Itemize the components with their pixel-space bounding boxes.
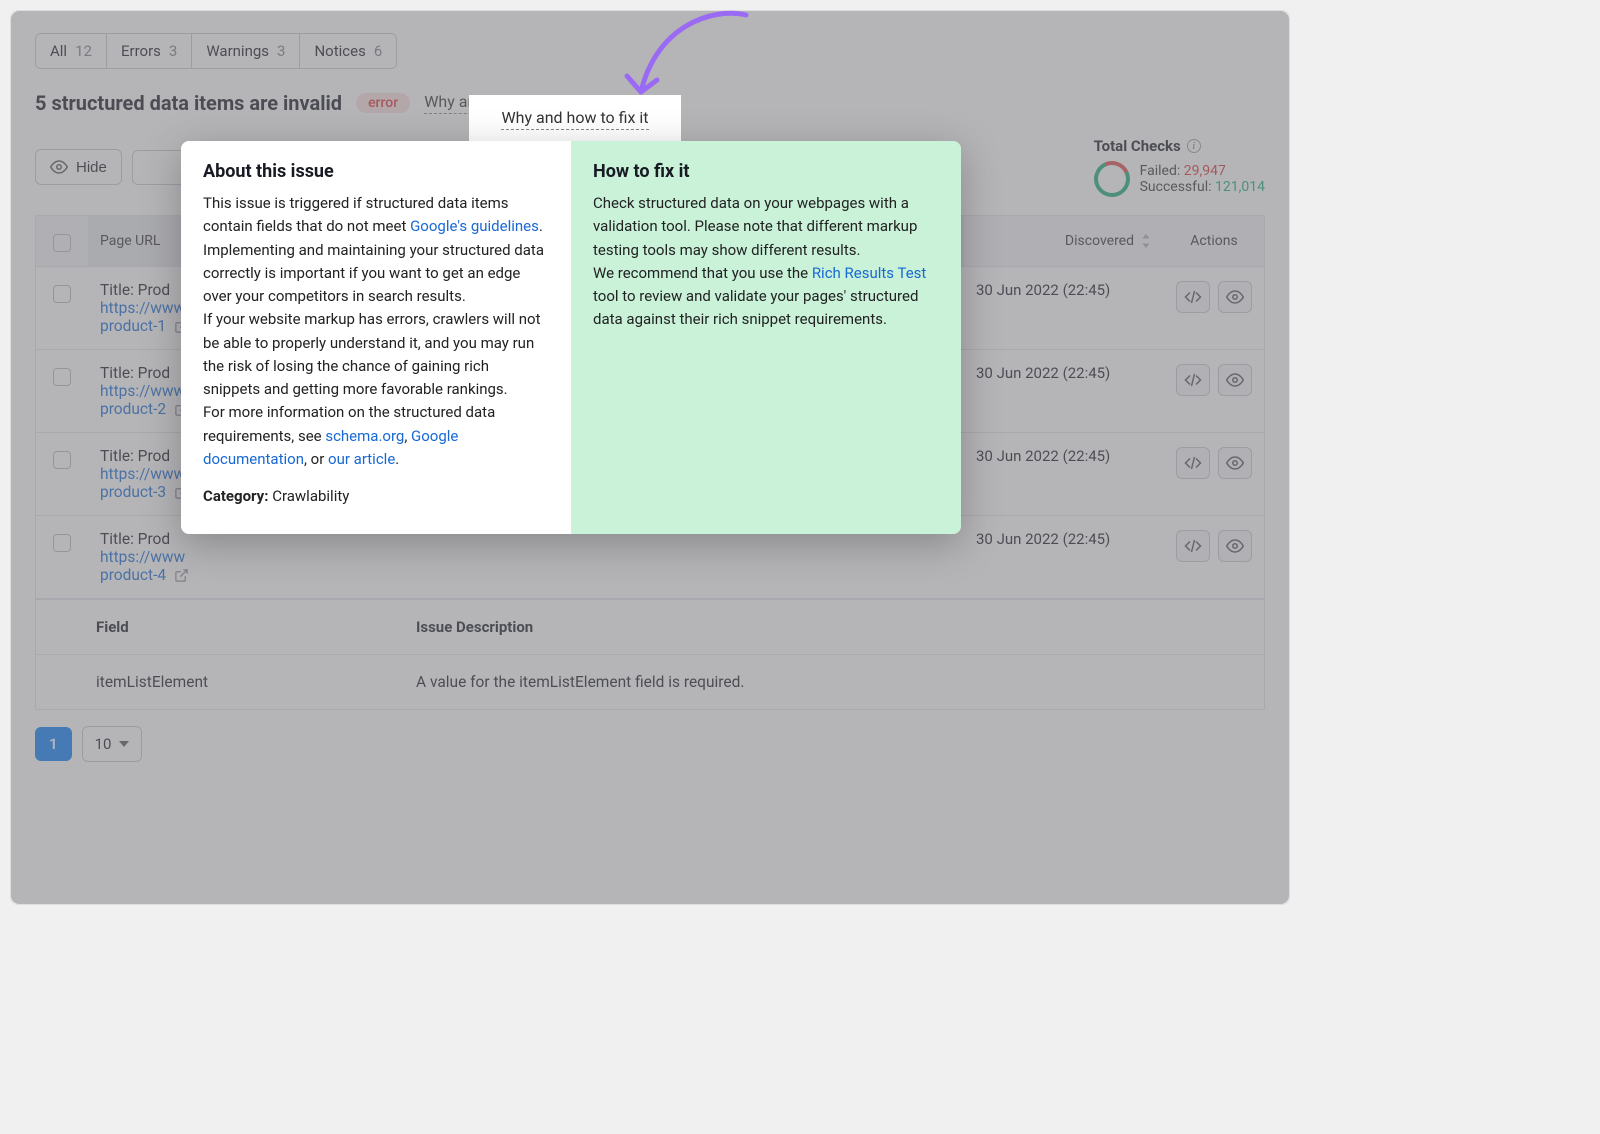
- failed-count: 29,947: [1184, 163, 1226, 179]
- row-date: 30 Jun 2022 (22:45): [964, 528, 1164, 550]
- row-url-link[interactable]: https://www: [100, 548, 952, 566]
- chevron-down-icon: [119, 741, 129, 747]
- view-source-button[interactable]: [1176, 281, 1210, 313]
- app-container: All 12 Errors 3 Warnings 3 Notices 6 5 s…: [10, 10, 1290, 905]
- select-all-checkbox[interactable]: [53, 234, 71, 252]
- page-title: 5 structured data items are invalid: [35, 91, 342, 115]
- view-source-button[interactable]: [1176, 447, 1210, 479]
- col-actions: Actions: [1190, 233, 1237, 249]
- filter-tabs: All 12 Errors 3 Warnings 3 Notices 6: [35, 33, 397, 69]
- our-article-link[interactable]: our article: [328, 450, 395, 468]
- eye-icon: [1226, 371, 1244, 389]
- preview-button[interactable]: [1218, 364, 1252, 396]
- row-checkbox[interactable]: [53, 534, 71, 552]
- row-checkbox[interactable]: [53, 285, 71, 303]
- tab-errors[interactable]: Errors 3: [107, 34, 192, 68]
- tab-count: 12: [75, 42, 92, 60]
- tab-count: 3: [277, 42, 285, 60]
- eye-icon: [1226, 288, 1244, 306]
- view-source-button[interactable]: [1176, 530, 1210, 562]
- total-checks-widget: Total Checks i Failed: 29,947 Successful…: [1094, 137, 1265, 197]
- tab-label: Errors: [121, 42, 161, 60]
- per-page-value: 10: [95, 735, 112, 753]
- code-icon: [1184, 371, 1202, 389]
- hide-button[interactable]: Hide: [35, 149, 122, 185]
- about-text: Implementing and maintaining your struct…: [203, 241, 544, 306]
- code-icon: [1184, 454, 1202, 472]
- info-icon[interactable]: i: [1187, 139, 1201, 153]
- success-count: 121,014: [1215, 179, 1265, 195]
- row-checkbox[interactable]: [53, 368, 71, 386]
- about-column: About this issue This issue is triggered…: [181, 141, 571, 534]
- about-text: If your website markup has errors, crawl…: [203, 310, 540, 398]
- success-label: Successful:: [1140, 179, 1212, 195]
- eye-icon: [1226, 454, 1244, 472]
- failed-label: Failed:: [1140, 163, 1181, 179]
- code-icon: [1184, 288, 1202, 306]
- row-checkbox[interactable]: [53, 451, 71, 469]
- hide-label: Hide: [76, 159, 107, 176]
- sub-col-desc: Issue Description: [416, 618, 1204, 636]
- total-checks-label: Total Checks: [1094, 137, 1181, 155]
- rich-results-test-link[interactable]: Rich Results Test: [812, 264, 927, 282]
- row-date: 30 Jun 2022 (22:45): [964, 362, 1164, 384]
- page-1-button[interactable]: 1: [35, 727, 72, 761]
- fix-text: We recommend that you use the: [593, 264, 812, 282]
- col-url[interactable]: Page URL: [100, 233, 160, 249]
- row-date: 30 Jun 2022 (22:45): [964, 279, 1164, 301]
- eye-icon: [1226, 537, 1244, 555]
- col-discovered[interactable]: Discovered: [1065, 233, 1134, 249]
- external-link-icon: [174, 568, 189, 583]
- sort-icon[interactable]: [1140, 234, 1152, 248]
- donut-chart-icon: [1089, 156, 1135, 202]
- schema-org-link[interactable]: schema.org: [325, 427, 404, 445]
- about-heading: About this issue: [203, 161, 549, 182]
- per-page-select[interactable]: 10: [82, 726, 143, 762]
- category-value: Crawlability: [268, 487, 349, 505]
- fix-column: How to fix it Check structured data on y…: [571, 141, 961, 534]
- preview-button[interactable]: [1218, 281, 1252, 313]
- pagination: 1 10: [35, 726, 1265, 762]
- preview-button[interactable]: [1218, 447, 1252, 479]
- error-badge: error: [356, 93, 410, 113]
- google-guidelines-link[interactable]: Google's guidelines: [410, 217, 539, 235]
- preview-button[interactable]: [1218, 530, 1252, 562]
- tab-notices[interactable]: Notices 6: [300, 34, 396, 68]
- eye-icon: [50, 158, 68, 176]
- tab-warnings[interactable]: Warnings 3: [192, 34, 300, 68]
- sub-desc: A value for the itemListElement field is…: [416, 673, 1204, 691]
- tab-label: Notices: [314, 42, 365, 60]
- tab-count: 6: [374, 42, 382, 60]
- annotation-arrow-icon: [591, 7, 771, 117]
- sub-col-field: Field: [96, 618, 416, 636]
- code-icon: [1184, 537, 1202, 555]
- view-source-button[interactable]: [1176, 364, 1210, 396]
- fix-text: Check structured data on your webpages w…: [593, 194, 917, 259]
- issue-explanation-popup: About this issue This issue is triggered…: [181, 141, 961, 534]
- row-url-link[interactable]: product-4: [100, 566, 952, 584]
- tab-all[interactable]: All 12: [36, 34, 107, 68]
- row-date: 30 Jun 2022 (22:45): [964, 445, 1164, 467]
- sub-field: itemListElement: [96, 673, 416, 691]
- tab-count: 3: [169, 42, 177, 60]
- fix-heading: How to fix it: [593, 161, 939, 182]
- issue-detail-table: Field Issue Description itemListElement …: [36, 599, 1264, 709]
- tab-label: Warnings: [206, 42, 269, 60]
- category-label: Category:: [203, 487, 268, 505]
- tab-label: All: [50, 42, 67, 60]
